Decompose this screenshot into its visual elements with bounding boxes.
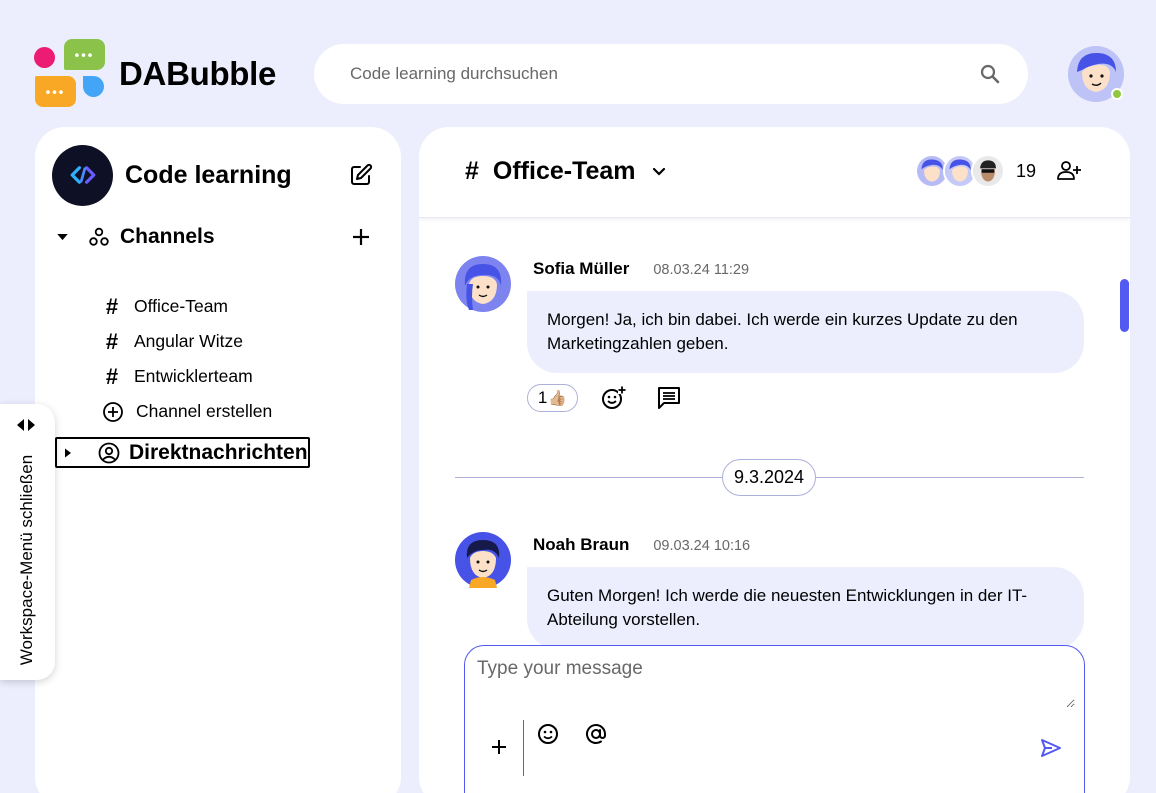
toolbar-divider <box>523 720 524 776</box>
caret-down-icon[interactable] <box>55 230 69 244</box>
sidebar-item-channel[interactable]: # Office-Team <box>102 289 362 324</box>
message-meta: Sofia Müller 08.03.24 11:29 <box>533 259 749 279</box>
message-avatar[interactable] <box>455 256 511 312</box>
message-avatar[interactable] <box>455 532 511 588</box>
emoji-icon[interactable] <box>536 722 560 746</box>
direct-messages-section-header[interactable]: Direktnachrichten <box>55 437 310 468</box>
sidebar-item-channel[interactable]: # Entwicklerteam <box>102 359 362 394</box>
direct-messages-label: Direktnachrichten <box>129 440 308 464</box>
message-reactions: 1 👍🏼 <box>527 384 682 412</box>
reaction-count: 1 <box>537 388 548 407</box>
message-input[interactable] <box>477 658 1075 708</box>
workspace-menu-toggle[interactable]: Workspace-Menü schließen <box>0 404 55 680</box>
app-logo[interactable]: ••• ••• DABubble <box>34 38 276 110</box>
message-bubble: Guten Morgen! Ich werde die neuesten Ent… <box>527 567 1084 649</box>
reply-thread-icon[interactable] <box>656 385 682 411</box>
channel-header: # Office-Team 19 <box>419 127 1130 218</box>
workspace-sidebar: Code learning Channels # Office-Team # A… <box>35 127 401 793</box>
hash-icon: # <box>105 293 119 319</box>
sidebar-item-channel[interactable]: # Angular Witze <box>102 324 362 359</box>
member-avatar <box>971 154 1005 188</box>
app-name: DABubble <box>119 55 277 92</box>
online-status-indicator <box>1111 88 1123 100</box>
message-author[interactable]: Noah Braun <box>533 535 629 555</box>
channel-name: Angular Witze <box>134 331 243 351</box>
message-timestamp: 08.03.24 11:29 <box>653 262 750 278</box>
message-timestamp: 09.03.24 10:16 <box>653 538 751 554</box>
mention-icon[interactable] <box>584 722 608 746</box>
workspace-toggle-label: Workspace-Menü schließen <box>17 454 36 666</box>
add-reaction-icon[interactable] <box>600 385 626 411</box>
message-composer <box>464 645 1085 793</box>
channel-name: Office-Team <box>134 296 229 316</box>
hash-icon: # <box>105 363 119 389</box>
dabubble-logo-icon: ••• ••• <box>34 38 106 110</box>
add-channel-icon[interactable] <box>351 227 371 247</box>
workspace-header: Code learning <box>52 144 373 206</box>
thumbs-up-icon: 👍🏼 <box>548 390 568 407</box>
channels-section-header[interactable]: Channels <box>55 225 371 249</box>
hash-icon: # <box>105 328 119 354</box>
channel-list: # Office-Team # Angular Witze # Entwickl… <box>102 289 362 429</box>
workspace-name: Code learning <box>125 160 292 189</box>
channel-panel: # Office-Team 19 Sofia Müller 08.03.24 1… <box>419 127 1130 793</box>
person-add-icon[interactable] <box>1056 158 1082 184</box>
caret-right-icon[interactable] <box>61 446 75 460</box>
channel-members[interactable]: 19 <box>915 154 1082 188</box>
add-circle-icon <box>103 401 123 422</box>
message-author[interactable]: Sofia Müller <box>533 259 629 279</box>
message-scrollbar[interactable] <box>1120 279 1129 332</box>
channel-title-button[interactable]: # Office-Team <box>465 157 666 186</box>
edit-square-icon[interactable] <box>349 163 373 187</box>
create-channel-label: Channel erstellen <box>136 401 273 421</box>
add-attachment-icon[interactable] <box>487 735 511 759</box>
user-avatar[interactable] <box>1068 46 1124 102</box>
message-bubble: Morgen! Ja, ich bin dabei. Ich werde ein… <box>527 291 1084 373</box>
search-input[interactable]: Code learning durchsuchen <box>350 64 558 84</box>
reaction-chip[interactable]: 1 👍🏼 <box>527 384 578 412</box>
search-bar[interactable]: Code learning durchsuchen <box>314 44 1028 104</box>
create-channel-button[interactable]: Channel erstellen <box>102 394 362 429</box>
send-icon[interactable] <box>1039 736 1063 760</box>
channel-title: Office-Team <box>492 157 636 185</box>
message-meta: Noah Braun 09.03.24 10:16 <box>533 535 750 555</box>
search-icon[interactable] <box>978 62 1002 86</box>
workspaces-icon <box>89 227 109 246</box>
date-separator: 9.3.2024 <box>722 459 816 496</box>
account-circle-icon <box>98 442 120 463</box>
channel-name: Entwicklerteam <box>134 366 253 386</box>
workspace-logo-icon <box>52 144 113 206</box>
chevron-down-icon <box>652 167 665 176</box>
collapse-arrows-icon <box>17 419 35 431</box>
channels-label: Channels <box>120 225 215 248</box>
hash-icon: # <box>465 157 479 185</box>
member-count: 19 <box>1016 160 1037 181</box>
